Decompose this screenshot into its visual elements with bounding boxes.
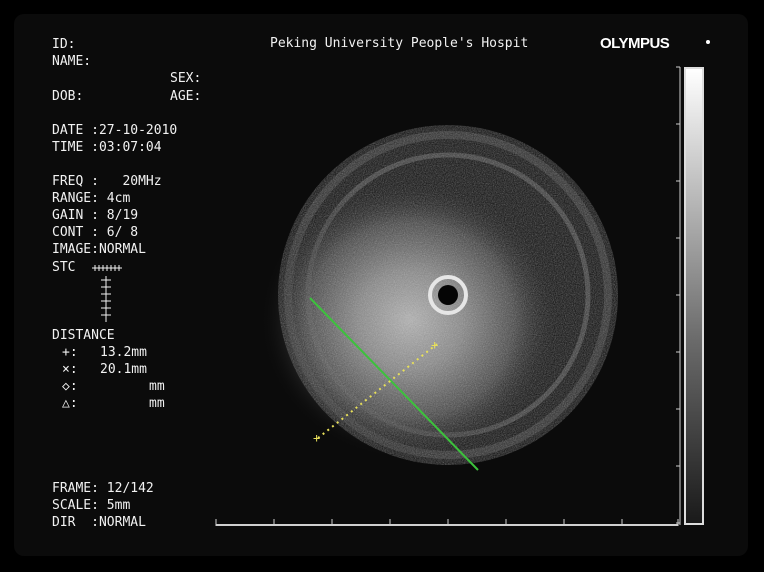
scale-info: SCALE: 5mm [52, 498, 131, 513]
distance-symbol-triangle: △: [62, 396, 78, 411]
exam-time: TIME :03:07:04 [52, 140, 162, 155]
probe-center [438, 285, 458, 305]
vertical-scale [676, 66, 681, 525]
measure-point-start: + [313, 431, 320, 445]
stc-graph [92, 265, 122, 322]
direction-info: DIR :NORMAL [52, 515, 146, 530]
distance-value-cross: 20.1mm [100, 362, 147, 377]
measure-point-end: + [431, 338, 438, 352]
patient-age-label: AGE: [170, 89, 202, 104]
setting-freq: FREQ : 20MHz [52, 174, 162, 189]
setting-stc: STC [52, 260, 76, 275]
distance-value-triangle: mm [149, 396, 165, 411]
brand-logo: OLYMPUS [600, 35, 670, 52]
setting-range: RANGE: 4cm [52, 191, 131, 206]
exam-date: DATE :27-10-2010 [52, 123, 178, 138]
setting-gain: GAIN : 8/19 [52, 208, 139, 223]
patient-id-label: ID: [52, 37, 76, 52]
depth-axis [216, 524, 678, 526]
grayscale-bar [684, 67, 704, 525]
hospital-name: Peking University People's Hospit [270, 36, 529, 51]
patient-dob-label: DOB: [52, 89, 84, 104]
patient-name-label: NAME: [52, 54, 92, 69]
distance-value-diamond: mm [149, 379, 165, 394]
distance-value-plus: 13.2mm [100, 345, 147, 360]
brand-dot [706, 40, 710, 44]
setting-image: IMAGE:NORMAL [52, 242, 146, 257]
distance-symbol-diamond: ◇: [62, 379, 78, 394]
distance-symbol-cross: ×: [62, 362, 78, 377]
patient-sex-label: SEX: [170, 71, 202, 86]
distance-title: DISTANCE [52, 328, 115, 343]
distance-symbol-plus: +: [62, 345, 78, 360]
frame-counter: FRAME: 12/142 [52, 481, 154, 496]
speckle-texture [278, 150, 618, 465]
setting-cont: CONT : 6/ 8 [52, 225, 139, 240]
